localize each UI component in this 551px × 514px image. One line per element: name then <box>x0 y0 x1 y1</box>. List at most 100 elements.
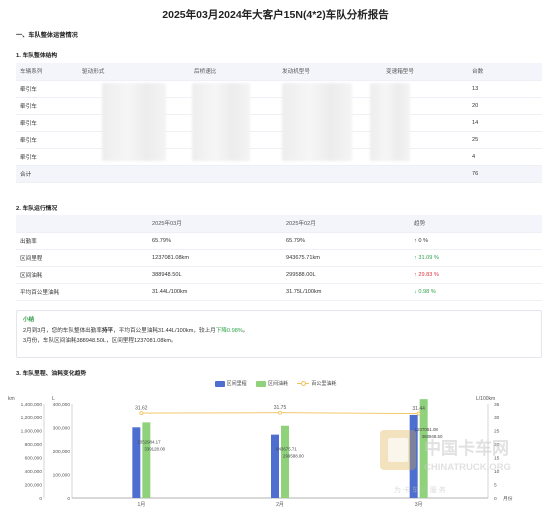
left-outer-unit: km <box>8 396 15 402</box>
operations-heading: 2. 车队运行情况 <box>16 206 58 212</box>
bar-mileage <box>271 434 279 498</box>
redacted-axle-column <box>192 83 250 161</box>
total-count: 76 <box>468 165 542 183</box>
march-value: 65.79% <box>148 232 282 250</box>
trend-value: ↑ 29.83 % <box>410 266 542 284</box>
report-title: 2025年03月2024年大客户15N(4*2)车队分析报告 <box>162 9 389 21</box>
left-outer-tick: 0 <box>39 496 42 502</box>
bar-data-label: 339128.00 <box>144 446 165 451</box>
table-header-row: 车辆系列 驱动形式 后桥速比 发动机型号 变速箱型号 台数 <box>16 63 542 81</box>
vehicle-series-cell: 牵引车 <box>16 80 78 98</box>
march-value: 31.44L/100km <box>148 283 282 301</box>
line-data-label: 31.62 <box>135 406 148 412</box>
col-header: 2025年02月 <box>282 215 410 233</box>
left-outer-tick: 800,000 <box>25 442 43 448</box>
table-row: 出勤率 65.79% 65.79% ↑ 0 % <box>16 232 542 250</box>
metric-label: 出勤率 <box>16 232 148 250</box>
col-header: 2025年03月 <box>148 215 282 233</box>
bar-data-label: 1052984.17 <box>137 439 161 444</box>
march-value: 388948.50L <box>148 266 282 284</box>
bar-data-label: 299588.00 <box>283 454 304 459</box>
watermark-cn: 中国卡车网 <box>424 438 509 458</box>
trend-value: ↓ 0.98 % <box>410 283 542 301</box>
operations-table: 2025年03月 2025年02月 趋势 出勤率 65.79% 65.79% ↑ 0 … <box>16 215 542 301</box>
left-inner-unit: L <box>52 396 55 402</box>
line-data-label: 31.75 <box>274 405 287 411</box>
watermark: 中国卡车网 CHINATRUCK.ORG 为 卡 车 人 服 务 <box>380 430 511 494</box>
bar-fuel <box>281 425 289 498</box>
x-tick-label: 1月 <box>137 502 145 508</box>
bar-fuel <box>142 422 151 498</box>
total-label: 合计 <box>16 165 78 183</box>
february-value: 65.79% <box>282 232 410 250</box>
table-row: 区间里程 1237081.08km 943675.71km ↑ 31.09 % <box>16 249 542 267</box>
legend-line-swatch <box>297 381 310 387</box>
vehicle-series-cell: 牵引车 <box>16 131 78 149</box>
left-outer-tick: 200,000 <box>25 482 43 488</box>
fleet-structure-heading: 1. 车队整体结构 <box>16 53 58 59</box>
march-value: 1237081.08km <box>148 249 282 267</box>
line-point <box>278 410 282 415</box>
x-tick-label: 2月 <box>276 502 284 508</box>
count-cell: 4 <box>468 148 542 166</box>
vehicle-series-cell: 牵引车 <box>16 114 78 132</box>
legend-swatch <box>214 380 225 387</box>
line-point <box>139 411 144 415</box>
legend-item-fuel[interactable]: 区间油耗 <box>255 380 288 387</box>
metric-label: 区间里程 <box>16 249 148 267</box>
summary-title: 小结 <box>23 317 35 323</box>
table-row: 牵引车 20 <box>16 97 542 115</box>
count-cell: 25 <box>468 131 542 149</box>
left-inner-tick: 400,000 <box>53 402 71 408</box>
col-header: 车辆系列 <box>16 63 78 81</box>
vehicle-series-cell: 牵引车 <box>16 97 78 115</box>
left-inner-tick: 100,000 <box>53 472 71 478</box>
summary-line-2: 3月份，车队区间油耗388948.50L，区间里程1237081.08km。 <box>23 338 177 344</box>
count-cell: 13 <box>468 80 542 98</box>
table-row: 牵引车 25 <box>16 131 542 149</box>
watermark-slogan: 为 卡 车 人 服 务 <box>394 485 446 494</box>
bar-mileage <box>132 427 141 498</box>
legend-swatch <box>255 380 266 387</box>
bar-data-label: 943675.71 <box>276 447 297 452</box>
col-header: 变速箱型号 <box>382 63 468 81</box>
table-row: 牵引车 13 <box>16 80 542 98</box>
col-header: 驱动形式 <box>78 63 190 81</box>
count-cell: 14 <box>468 114 542 132</box>
count-cell: 20 <box>468 97 542 115</box>
metric-label: 区间油耗 <box>16 266 148 284</box>
table-row: 区间油耗 388948.50L 299588.00L ↑ 29.83 % <box>16 266 542 284</box>
trend-value: ↑ 31.09 % <box>410 249 542 267</box>
col-header <box>16 215 148 233</box>
fleet-structure-table: 车辆系列 驱动形式 后桥速比 发动机型号 变速箱型号 台数 牵引车 13 牵引车 2… <box>16 63 542 183</box>
section-title: 一、车队整体运营情况 <box>16 32 78 39</box>
summary-box: 小结 2月到3月，您的车队整体出勤率持平，平均百公里油耗31.44L/100km… <box>16 310 542 358</box>
metric-label: 平均百公里油耗 <box>16 283 148 301</box>
left-inner-tick: 0 <box>67 496 70 502</box>
trend-heading: 3. 车队里程、油耗变化趋势 <box>16 371 87 377</box>
col-header: 台数 <box>468 63 542 81</box>
table-total-row: 合计 76 <box>16 165 542 183</box>
february-value: 31.75L/100km <box>282 283 410 301</box>
summary-line-1: 2月到3月，您的车队整体出勤率持平，平均百公里油耗31.44L/100km，较上… <box>23 328 249 334</box>
trend-value: ↑ 0 % <box>410 232 542 250</box>
table-header-row: 2025年03月 2025年02月 趋势 <box>16 215 542 233</box>
table-row: 牵引车 14 <box>16 114 542 132</box>
left-inner-tick: 300,000 <box>53 425 71 431</box>
legend-item-fuel-rate[interactable]: 百公里油耗 <box>297 380 336 387</box>
col-header: 发动机型号 <box>278 63 382 81</box>
right-tick: 35 <box>494 402 500 408</box>
february-value: 299588.00L <box>282 266 410 284</box>
watermark-en: CHINATRUCK.ORG <box>424 462 511 473</box>
legend-item-mileage[interactable]: 区间里程 <box>214 380 247 387</box>
left-outer-tick: 400,000 <box>25 469 43 475</box>
col-header: 趋势 <box>410 215 542 233</box>
february-value: 943675.71km <box>282 249 410 267</box>
left-outer-tick: 1,400,000 <box>21 402 43 408</box>
left-outer-tick: 1,000,000 <box>21 429 43 435</box>
right-unit: L/100km <box>476 396 495 402</box>
left-outer-tick: 1,200,000 <box>21 415 43 421</box>
vehicle-series-cell: 牵引车 <box>16 148 78 166</box>
line-data-label: 31.44 <box>412 406 425 412</box>
left-outer-tick: 600,000 <box>25 456 43 462</box>
